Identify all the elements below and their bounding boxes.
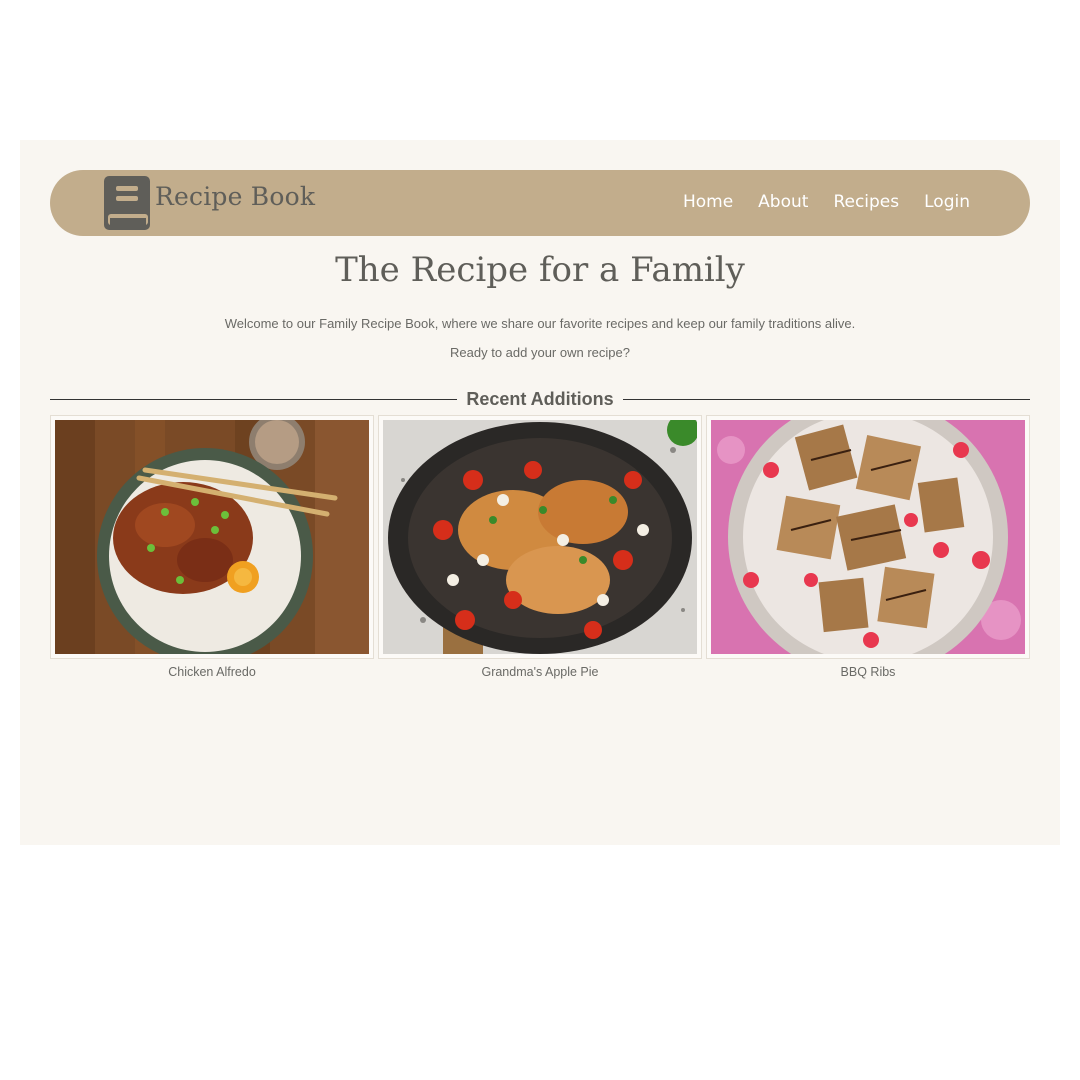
card-image-frame: [706, 415, 1030, 659]
recipe-card-bbq-ribs[interactable]: BBQ Ribs: [706, 415, 1030, 679]
navbar: Recipe Book Home About Recipes Login: [50, 170, 1030, 236]
nav-home[interactable]: Home: [683, 192, 733, 212]
nav-login[interactable]: Login: [924, 192, 970, 212]
skillet-photo[interactable]: [383, 420, 697, 654]
divider-left: [50, 398, 458, 400]
nav-recipes[interactable]: Recipes: [833, 192, 899, 212]
welcome-text: Welcome to our Family Recipe Book, where…: [224, 316, 856, 331]
recent-additions-title: Recent Additions: [466, 388, 614, 409]
recent-additions-header: Recent Additions: [50, 387, 1030, 411]
dessert-bars-photo[interactable]: [711, 420, 1025, 654]
add-recipe-prompt: Ready to add your own recipe?: [450, 345, 630, 360]
recipe-card-apple-pie[interactable]: Grandma's Apple Pie: [378, 415, 702, 679]
recipe-card-chicken-alfredo[interactable]: Chicken Alfredo: [50, 415, 374, 679]
nav-about[interactable]: About: [758, 192, 808, 212]
rice-bowl-photo[interactable]: [55, 420, 369, 654]
book-icon[interactable]: [102, 174, 152, 232]
card-caption[interactable]: BBQ Ribs: [706, 665, 1030, 679]
page-title: The Recipe for a Family: [335, 250, 745, 290]
card-image-frame: [50, 415, 374, 659]
card-image-frame: [378, 415, 702, 659]
card-caption[interactable]: Chicken Alfredo: [50, 665, 374, 679]
brand-name[interactable]: Recipe Book: [155, 182, 315, 211]
divider-right: [622, 398, 1030, 400]
card-caption[interactable]: Grandma's Apple Pie: [378, 665, 702, 679]
page-container: Recipe Book Home About Recipes Login The…: [20, 140, 1060, 845]
recipe-cards: Chicken Alfredo Grandma's Apple Pie BBQ …: [50, 415, 1030, 679]
nav-links: Home About Recipes Login: [683, 192, 970, 212]
